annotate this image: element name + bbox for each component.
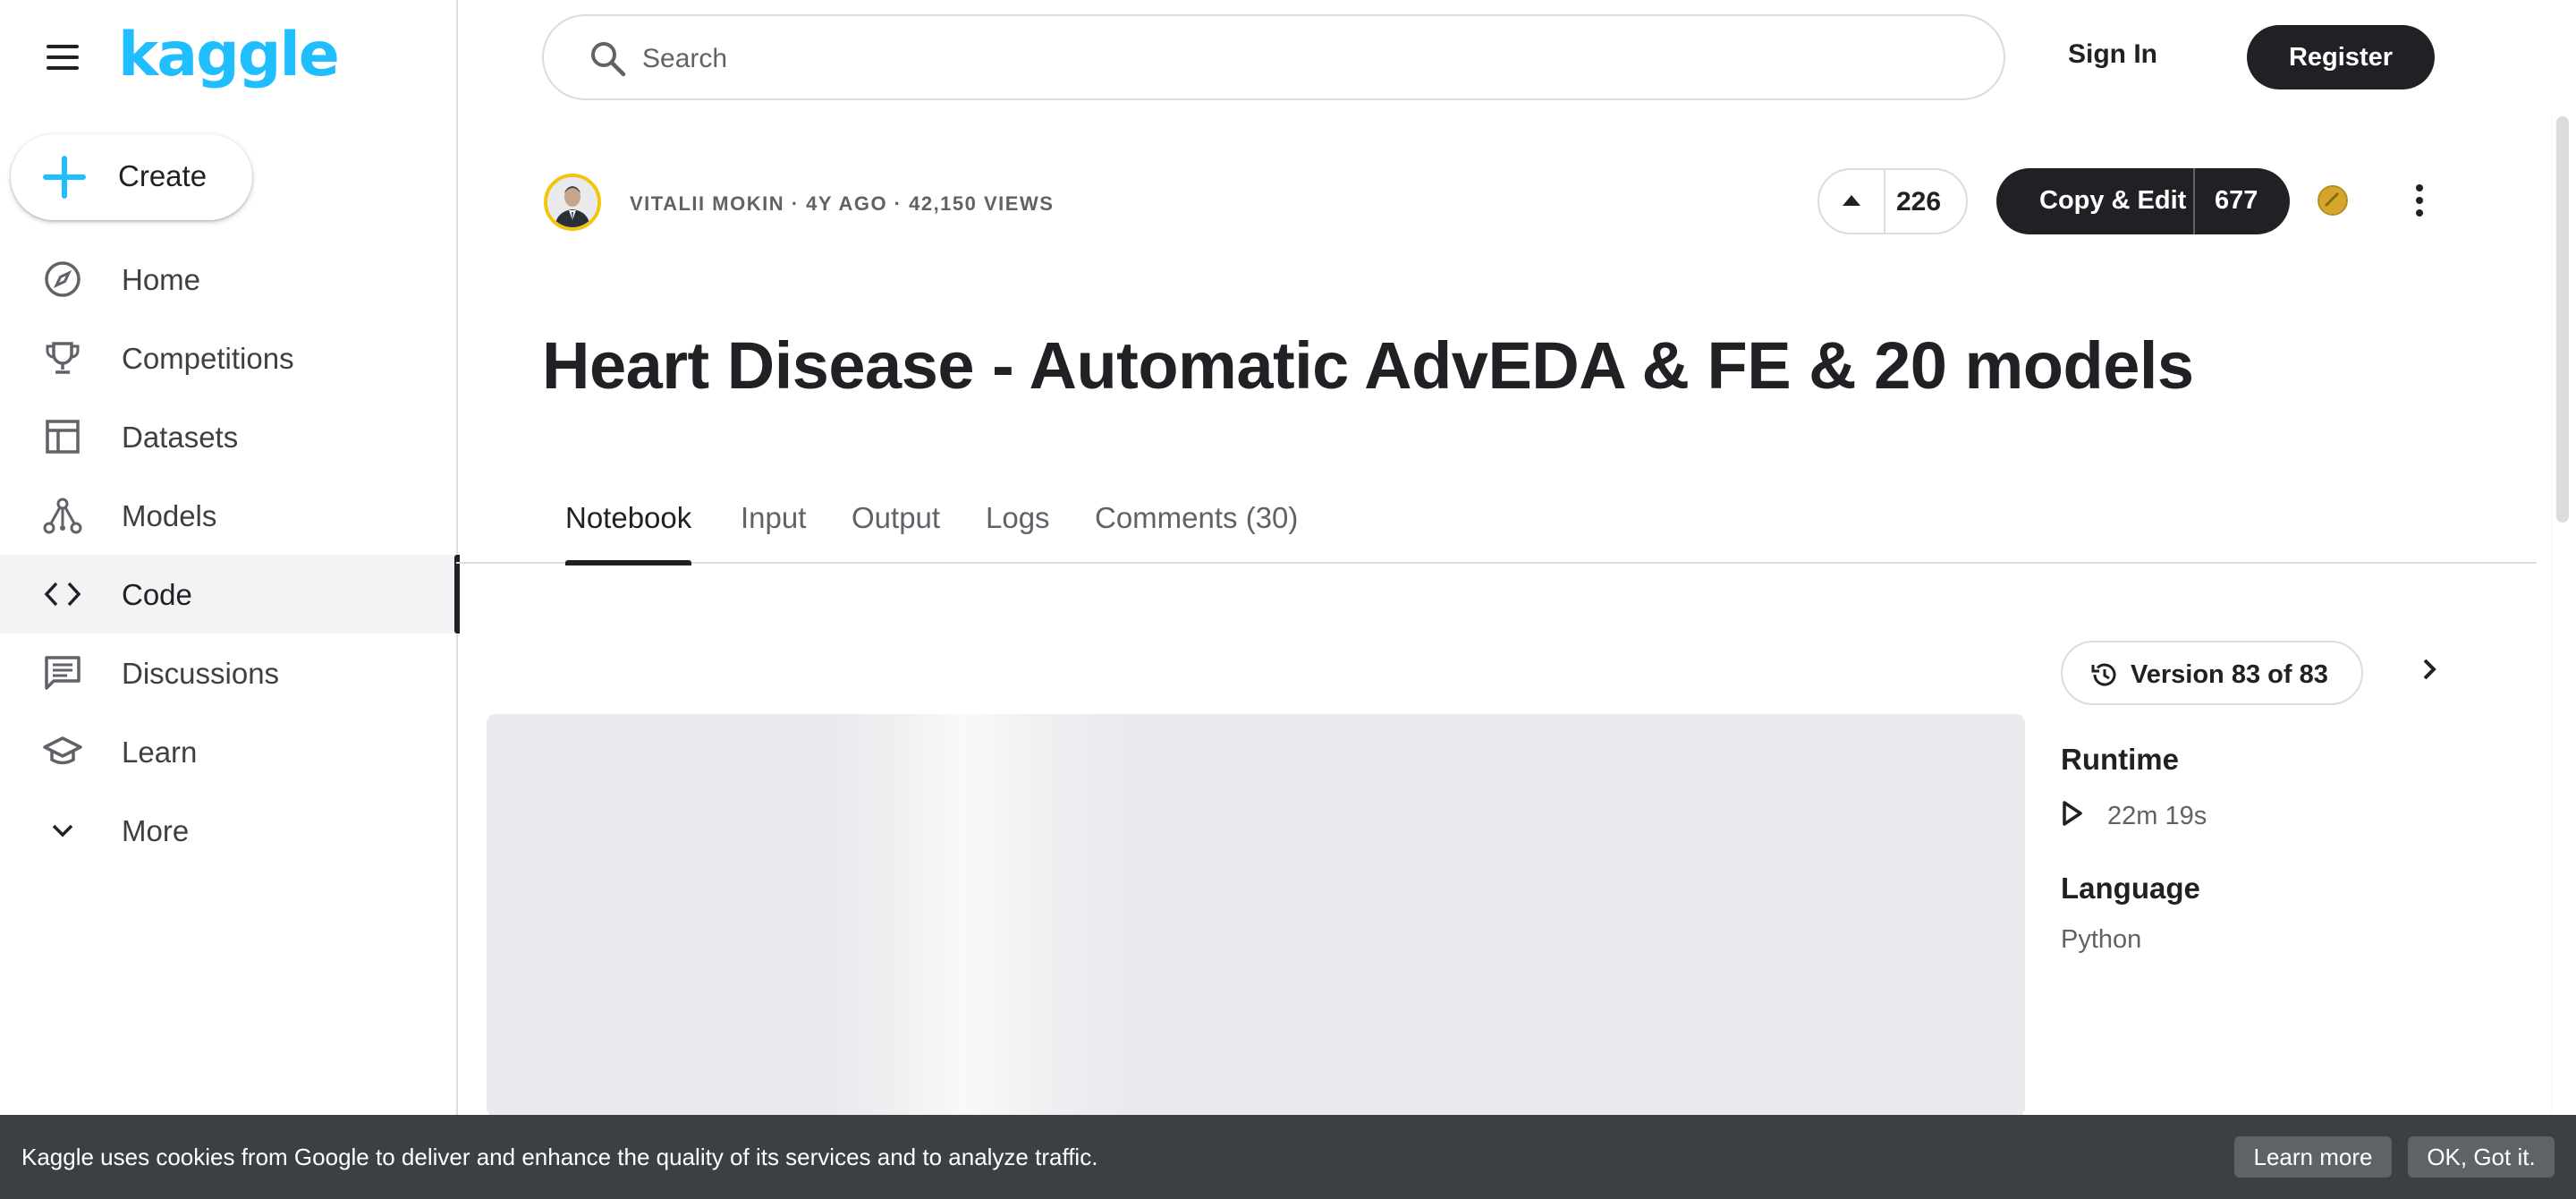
sidebar-item-label: Models [122,499,217,532]
notebook-meta: VITALII MOKIN · 4Y AGO · 42,150 VIEWS [630,192,1055,215]
search-input[interactable] [642,39,1894,79]
sidebar-item-label: More [122,814,190,847]
menu-icon[interactable] [41,39,88,75]
upvote-button[interactable]: 226 [1818,168,1968,234]
sidebar-item-label: Discussions [122,657,280,690]
search-icon [591,42,626,77]
sidebar-item-label: Learn [122,736,198,769]
sidebar: kaggle Create Home Competitions Datasets… [0,0,460,1199]
kaggle-logo[interactable]: kaggle [118,20,340,90]
sidebar-item-datasets[interactable]: Datasets [0,397,458,476]
tab-output[interactable]: Output [852,501,940,564]
avatar[interactable] [544,174,601,231]
sidebar-nav: Home Competitions Datasets Models Code D… [0,240,460,870]
history-icon [2091,663,2116,686]
learn-more-button[interactable]: Learn more [2234,1136,2392,1178]
sidebar-item-label: Datasets [122,421,239,454]
sidebar-item-label: Competitions [122,342,294,375]
notebook-loading-placeholder [487,714,2025,1117]
search-bar[interactable] [542,14,2005,100]
copy-edit-divider [2193,168,2195,234]
create-label: Create [118,159,208,192]
runtime-heading: Runtime [2061,743,2179,776]
chevron-right-icon[interactable] [2415,651,2445,687]
cookie-banner: Kaggle uses cookies from Google to deliv… [0,1115,2576,1199]
vote-divider [1884,170,1885,233]
create-button[interactable]: Create [11,134,252,220]
sidebar-item-home[interactable]: Home [0,240,458,319]
scrollbar-thumb[interactable] [2556,116,2569,523]
runtime-value: 22m 19s [2107,802,2207,830]
page-title: Heart Disease - Automatic AdvEDA & FE & … [542,328,2194,403]
tab-input[interactable]: Input [741,501,806,564]
sidebar-header: kaggle [0,0,458,115]
tab-logs[interactable]: Logs [986,501,1050,564]
discussion-icon [45,656,80,690]
sidebar-item-more[interactable]: More [0,791,458,870]
plus-icon [43,156,86,199]
models-icon [43,497,82,534]
copy-edit-label: Copy & Edit [2039,186,2187,215]
tab-comments[interactable]: Comments (30) [1095,501,1298,564]
sidebar-item-models[interactable]: Models [0,476,458,555]
more-options-icon[interactable] [2402,179,2436,222]
sidebar-item-label: Home [122,263,201,296]
graduation-cap-icon [43,736,82,765]
ok-got-it-button[interactable]: OK, Got it. [2408,1136,2555,1178]
cookie-message: Kaggle uses cookies from Google to deliv… [21,1144,1098,1170]
language-value: Python [2061,925,2142,954]
version-label: Version 83 of 83 [2131,660,2328,689]
language-heading: Language [2061,872,2200,905]
table-icon [46,420,80,454]
tab-notebook[interactable]: Notebook [565,501,692,565]
code-icon [44,582,81,607]
sidebar-item-learn[interactable]: Learn [0,712,458,791]
sidebar-item-competitions[interactable]: Competitions [0,319,458,397]
medal-icon [2318,185,2348,216]
author-photo [547,177,597,227]
play-icon [2063,801,2082,826]
copy-edit-count: 677 [2215,186,2258,215]
copy-edit-button[interactable]: Copy & Edit 677 [1996,168,2290,234]
chevron-down-icon [52,824,73,838]
tab-bar: Notebook Input Output Logs Comments (30) [456,483,2537,565]
sidebar-item-discussions[interactable]: Discussions [0,634,458,712]
sign-in-link[interactable]: Sign In [2068,39,2157,70]
version-button[interactable]: Version 83 of 83 [2061,641,2363,705]
upvote-arrow-icon[interactable] [1819,170,1884,233]
sidebar-item-label: Code [122,578,192,611]
trophy-icon [46,342,80,374]
register-button[interactable]: Register [2247,25,2435,89]
upvote-count: 226 [1896,187,1942,217]
sidebar-item-code[interactable]: Code [0,555,460,634]
compass-icon [45,261,80,297]
